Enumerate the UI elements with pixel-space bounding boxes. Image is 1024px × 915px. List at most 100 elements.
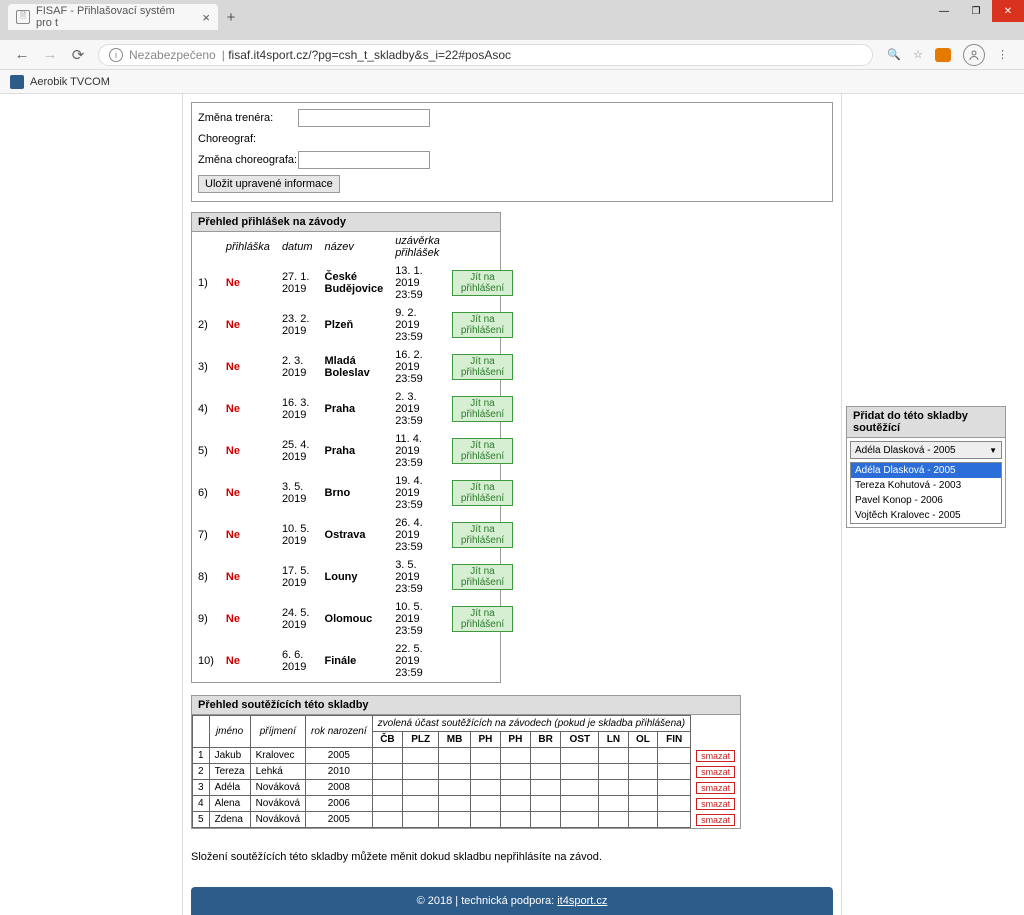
participation-cell[interactable] [500, 764, 530, 780]
row-entry: Ne [220, 388, 276, 430]
overview-row: 7)Ne10. 5. 2019Ostrava26. 4. 2019 23:59J… [192, 514, 519, 556]
participation-cell[interactable] [372, 764, 403, 780]
forward-button[interactable]: → [36, 41, 64, 69]
participation-cell[interactable] [628, 812, 658, 828]
go-to-registration-button[interactable]: Jít na přihlášení [452, 354, 513, 380]
new-tab-button[interactable]: + [218, 4, 244, 30]
close-window-button[interactable]: ✕ [992, 0, 1024, 22]
participation-cell[interactable] [599, 764, 628, 780]
participation-cell[interactable] [372, 796, 403, 812]
go-to-registration-button[interactable]: Jít na přihlášení [452, 312, 513, 338]
participation-cell[interactable] [403, 796, 439, 812]
go-to-registration-button[interactable]: Jít na přihlášení [452, 480, 513, 506]
event-col: BR [530, 732, 561, 748]
participation-cell[interactable] [530, 748, 561, 764]
back-button[interactable]: ← [8, 41, 36, 69]
go-to-registration-button[interactable]: Jít na přihlášení [452, 606, 513, 632]
maximize-button[interactable]: ❐ [960, 0, 992, 22]
participation-cell[interactable] [500, 812, 530, 828]
delete-button[interactable]: smazat [696, 798, 735, 810]
minimize-button[interactable]: — [928, 0, 960, 22]
go-to-registration-button[interactable]: Jít na přihlášení [452, 438, 513, 464]
participation-cell[interactable] [599, 748, 628, 764]
competitor-select[interactable]: Adéla Dlasková - 2005 ▼ [850, 441, 1002, 459]
menu-icon[interactable]: ⋮ [997, 48, 1008, 61]
participation-cell[interactable] [561, 748, 599, 764]
row-entry: Ne [220, 556, 276, 598]
address-bar[interactable]: i Nezabezpečeno | fisaf.it4sport.cz/?pg=… [98, 44, 873, 66]
bookmark-star-icon[interactable]: ☆ [913, 48, 923, 61]
participation-cell[interactable] [500, 796, 530, 812]
participation-cell[interactable] [599, 812, 628, 828]
participation-cell[interactable] [471, 812, 501, 828]
row-num: 4) [192, 388, 220, 430]
participation-cell[interactable] [530, 780, 561, 796]
delete-button[interactable]: smazat [696, 766, 735, 778]
delete-button[interactable]: smazat [696, 814, 735, 826]
participation-cell[interactable] [471, 748, 501, 764]
edit-form: Změna trenéra: Choreograf: Změna choreog… [191, 102, 833, 202]
participation-cell[interactable] [439, 796, 471, 812]
participation-cell[interactable] [403, 748, 439, 764]
participation-cell[interactable] [628, 796, 658, 812]
participation-cell[interactable] [658, 764, 691, 780]
participation-cell[interactable] [628, 764, 658, 780]
participation-cell[interactable] [530, 796, 561, 812]
row-num: 5 [193, 812, 210, 828]
participation-cell[interactable] [658, 796, 691, 812]
participation-cell[interactable] [439, 812, 471, 828]
site-info-icon[interactable]: i [109, 48, 123, 62]
go-to-registration-button[interactable]: Jít na přihlášení [452, 522, 513, 548]
browser-tab[interactable]: 🗎 FISAF - Přihlašovací systém pro t × [8, 4, 218, 30]
participation-cell[interactable] [471, 780, 501, 796]
participation-cell[interactable] [530, 812, 561, 828]
bookmark-favicon-icon [10, 75, 24, 89]
dropdown-option[interactable]: Adéla Dlasková - 2005 [851, 463, 1001, 478]
participation-cell[interactable] [439, 748, 471, 764]
participation-cell[interactable] [561, 780, 599, 796]
delete-button[interactable]: smazat [696, 782, 735, 794]
participation-cell[interactable] [599, 780, 628, 796]
participation-cell[interactable] [403, 780, 439, 796]
participation-cell[interactable] [530, 764, 561, 780]
participation-cell[interactable] [403, 764, 439, 780]
participation-cell[interactable] [403, 812, 439, 828]
delete-button[interactable]: smazat [696, 750, 735, 762]
participation-cell[interactable] [628, 748, 658, 764]
participation-cell[interactable] [372, 748, 403, 764]
choreographer-change-input[interactable] [298, 151, 430, 169]
participation-cell[interactable] [439, 780, 471, 796]
participation-cell[interactable] [372, 780, 403, 796]
bookmark-item[interactable]: Aerobik TVCOM [10, 75, 110, 89]
participation-cell[interactable] [561, 796, 599, 812]
participation-cell[interactable] [500, 748, 530, 764]
participation-cell[interactable] [599, 796, 628, 812]
trainer-change-input[interactable] [298, 109, 430, 127]
close-tab-icon[interactable]: × [202, 10, 210, 25]
go-to-registration-button[interactable]: Jít na přihlášení [452, 564, 513, 590]
participation-cell[interactable] [471, 796, 501, 812]
participation-cell[interactable] [372, 812, 403, 828]
go-to-registration-button[interactable]: Jít na přihlášení [452, 396, 513, 422]
row-name: Brno [319, 472, 390, 514]
profile-icon[interactable] [963, 44, 985, 66]
participation-cell[interactable] [658, 748, 691, 764]
dropdown-option[interactable]: Pavel Konop - 2006 [851, 493, 1001, 508]
participation-cell[interactable] [561, 812, 599, 828]
footer-link[interactable]: it4sport.cz [557, 895, 607, 907]
dropdown-option[interactable]: Vojtěch Kralovec - 2005 [851, 508, 1001, 523]
go-to-registration-button[interactable]: Jít na přihlášení [452, 270, 513, 296]
dropdown-option[interactable]: Tereza Kohutová - 2003 [851, 478, 1001, 493]
participation-cell[interactable] [439, 764, 471, 780]
extension-icon[interactable] [935, 48, 951, 62]
participation-cell[interactable] [500, 780, 530, 796]
competitor-dropdown: Adéla Dlasková - 2005Tereza Kohutová - 2… [850, 462, 1002, 524]
participation-cell[interactable] [658, 812, 691, 828]
participation-cell[interactable] [628, 780, 658, 796]
reload-button[interactable]: ⟳ [64, 41, 92, 69]
search-in-page-icon[interactable]: 🔍 [887, 48, 901, 61]
participation-cell[interactable] [658, 780, 691, 796]
participation-cell[interactable] [471, 764, 501, 780]
participation-cell[interactable] [561, 764, 599, 780]
save-button[interactable]: Uložit upravené informace [198, 175, 340, 193]
